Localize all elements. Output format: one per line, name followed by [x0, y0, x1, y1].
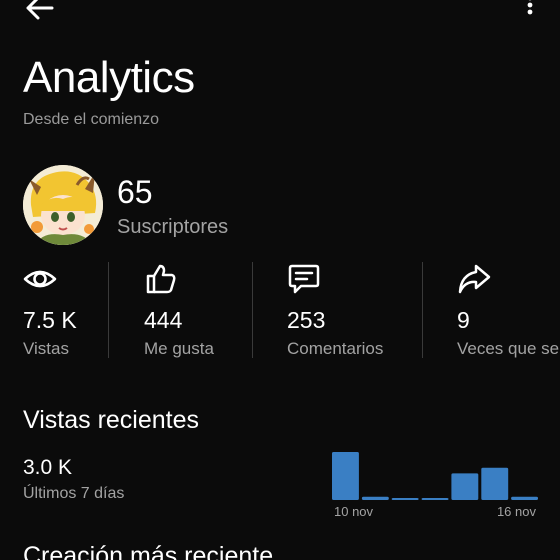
- share-icon: [458, 264, 491, 294]
- recent-views-period: Últimos 7 días: [23, 485, 125, 502]
- chart-bar: [361, 496, 389, 500]
- top-app-bar: [0, 0, 560, 24]
- stat-views-label: Vistas: [23, 339, 69, 358]
- more-options-button[interactable]: [518, 0, 542, 24]
- subscribers-count: 65: [117, 174, 153, 210]
- comment-icon: [288, 264, 320, 294]
- recent-views-chart[interactable]: 10 nov 16 nov: [332, 446, 538, 526]
- more-vertical-icon: [527, 0, 533, 15]
- eye-icon: [23, 270, 57, 288]
- analytics-screen: Analytics Desde el comienzo 65 Suscripto…: [0, 0, 560, 560]
- chart-tick-label: 10 nov: [334, 504, 374, 519]
- page-subtitle: Desde el comienzo: [23, 111, 160, 128]
- recent-views-title: Vistas recientes: [23, 406, 200, 434]
- subscribers-label: Suscriptores: [117, 216, 229, 238]
- page-title: Analytics: [23, 53, 195, 102]
- stat-comments-label: Comentarios: [287, 339, 384, 358]
- stats-row: 7.5 K Vistas 444 Me gusta 253 Comentario…: [0, 262, 560, 362]
- stat-shares-label: Veces que se: [457, 339, 560, 358]
- channel-avatar[interactable]: [23, 165, 103, 245]
- chart-bar: [421, 498, 449, 500]
- stat-comments-value: 253: [287, 307, 326, 333]
- chart-bar: [511, 496, 538, 500]
- stat-likes-label: Me gusta: [144, 339, 214, 358]
- latest-creation-title: Creación más reciente: [23, 542, 274, 560]
- stat-divider: [422, 262, 423, 358]
- stat-likes-value: 444: [144, 307, 183, 333]
- chart-bar: [481, 467, 509, 500]
- back-button[interactable]: [22, 0, 58, 24]
- recent-views-value: 3.0 K: [23, 456, 73, 479]
- avatar-image: [23, 165, 103, 245]
- chart-bar: [332, 452, 359, 500]
- stat-views-value: 7.5 K: [23, 307, 77, 333]
- stat-shares-value: 9: [457, 307, 470, 333]
- arrow-left-icon: [26, 0, 54, 20]
- stat-divider: [108, 262, 109, 358]
- chart-bar: [451, 473, 479, 500]
- thumbs-up-icon: [146, 264, 176, 294]
- stat-divider: [252, 262, 253, 358]
- chart-bar: [391, 498, 419, 500]
- chart-tick-label: 16 nov: [497, 504, 537, 519]
